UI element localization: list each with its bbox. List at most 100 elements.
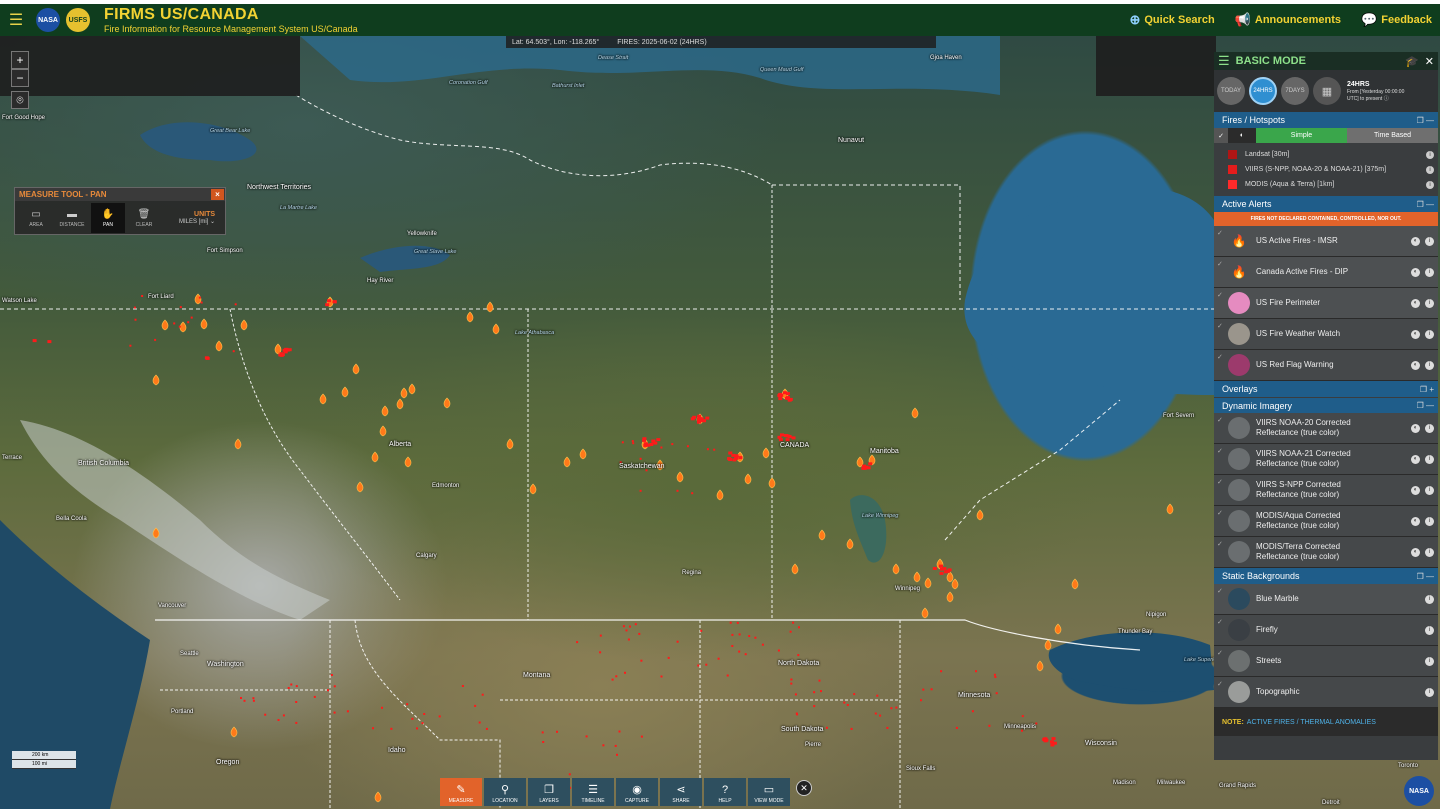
info-icon[interactable]: i bbox=[1425, 267, 1434, 277]
static-layer-row[interactable]: ✓ Topographic i bbox=[1214, 677, 1438, 708]
dynamic-layer-row[interactable]: ✓ VIIRS NOAA-20 Corrected Reflectance (tru… bbox=[1214, 413, 1438, 444]
info-icon[interactable]: i bbox=[1426, 150, 1434, 159]
static-section-header[interactable]: Static Backgrounds ❐ — bbox=[1214, 568, 1438, 584]
fire-marker[interactable] bbox=[379, 425, 387, 437]
fires-section-header[interactable]: Fires / Hotspots ❐ — bbox=[1214, 112, 1438, 128]
check-icon[interactable]: ✓ bbox=[1217, 680, 1223, 688]
fire-marker[interactable] bbox=[486, 301, 494, 313]
units-select[interactable]: UNITS MILES [mi] ⌄ bbox=[179, 203, 215, 233]
info-icon[interactable]: i bbox=[1425, 329, 1434, 339]
fire-marker[interactable] bbox=[215, 340, 223, 352]
check-icon[interactable]: ✓ bbox=[1217, 353, 1223, 361]
feedback-link[interactable]: 💬 Feedback bbox=[1361, 12, 1432, 28]
dynamic-layer-row[interactable]: ✓ MODIS/Terra Corrected Reflectance (true … bbox=[1214, 537, 1438, 568]
info-icon[interactable]: i bbox=[1425, 298, 1434, 308]
info-icon[interactable]: i bbox=[1426, 180, 1434, 189]
fire-marker[interactable] bbox=[762, 447, 770, 459]
fire-marker[interactable] bbox=[818, 529, 826, 541]
fire-marker[interactable] bbox=[976, 509, 984, 521]
check-icon[interactable]: ✓ bbox=[1217, 447, 1223, 455]
info-icon[interactable]: i bbox=[1425, 687, 1434, 697]
opacity-icon[interactable]: ◐ bbox=[1411, 423, 1420, 433]
fire-marker[interactable] bbox=[319, 393, 327, 405]
fires-simple-button[interactable]: Simple bbox=[1256, 128, 1347, 143]
fire-marker[interactable] bbox=[408, 383, 416, 395]
share-toolbar-button[interactable]: ⋖ SHARE bbox=[660, 778, 702, 806]
opacity-icon[interactable]: ◐ bbox=[1411, 236, 1420, 246]
check-icon[interactable]: ✓ bbox=[1217, 587, 1223, 595]
graduation-cap-icon[interactable]: 🎓 bbox=[1405, 55, 1419, 68]
info-icon[interactable]: i bbox=[1425, 516, 1434, 526]
info-icon[interactable]: i bbox=[1425, 485, 1434, 495]
hamburger-menu-icon[interactable]: ☰ bbox=[0, 10, 32, 30]
check-icon[interactable]: ✓ bbox=[1217, 649, 1223, 657]
fires-check-icon[interactable]: ✓ bbox=[1214, 128, 1228, 143]
fire-source-row[interactable]: Landsat [30m] i bbox=[1228, 147, 1434, 162]
alert-layer-row[interactable]: ✓ 🔥 US Active Fires - IMSR ◐ i bbox=[1214, 226, 1438, 257]
info-icon[interactable]: i bbox=[1425, 656, 1434, 666]
dynamic-section-header[interactable]: Dynamic Imagery ❐ — bbox=[1214, 397, 1438, 413]
static-layer-row[interactable]: ✓ Firefly i bbox=[1214, 615, 1438, 646]
info-icon[interactable]: i bbox=[1425, 594, 1434, 604]
measure-pan-button[interactable]: ✋ PAN bbox=[91, 203, 125, 233]
static-layer-row[interactable]: ✓ Blue Marble i bbox=[1214, 584, 1438, 615]
toolbar-close-button[interactable]: ✕ bbox=[796, 780, 812, 796]
fire-marker[interactable] bbox=[911, 407, 919, 419]
fire-marker[interactable] bbox=[341, 386, 349, 398]
fire-marker[interactable] bbox=[492, 323, 500, 335]
dynamic-layer-row[interactable]: ✓ MODIS/Aqua Corrected Reflectance (true c… bbox=[1214, 506, 1438, 537]
dynamic-layer-row[interactable]: ✓ VIIRS S-NPP Corrected Reflectance (true … bbox=[1214, 475, 1438, 506]
capture-toolbar-button[interactable]: ◉ CAPTURE bbox=[616, 778, 658, 806]
fire-marker[interactable] bbox=[1166, 503, 1174, 515]
fire-marker[interactable] bbox=[1036, 660, 1044, 672]
alert-layer-row[interactable]: ✓ US Fire Perimeter ◐ i bbox=[1214, 288, 1438, 319]
check-icon[interactable]: ✓ bbox=[1217, 509, 1223, 517]
opacity-icon[interactable]: ◐ bbox=[1411, 485, 1420, 495]
fire-marker[interactable] bbox=[913, 571, 921, 583]
static-layer-row[interactable]: ✓ Streets i bbox=[1214, 646, 1438, 677]
alert-layer-row[interactable]: ✓ US Fire Weather Watch ◐ i bbox=[1214, 319, 1438, 350]
calendar-button[interactable]: ▦ bbox=[1313, 77, 1341, 105]
announcements-link[interactable]: 📢 Announcements bbox=[1235, 12, 1341, 28]
fire-marker[interactable] bbox=[921, 607, 929, 619]
locate-button[interactable]: ⌾ bbox=[11, 91, 29, 109]
dynamic-layer-row[interactable]: ✓ VIIRS NOAA-21 Corrected Reflectance (tru… bbox=[1214, 444, 1438, 475]
measure-close-button[interactable]: × bbox=[211, 189, 224, 200]
fire-marker[interactable] bbox=[529, 483, 537, 495]
time-24hrs-button[interactable]: 24HRS bbox=[1249, 77, 1277, 105]
side-menu-icon[interactable]: ☰ bbox=[1218, 53, 1230, 69]
fire-marker[interactable] bbox=[371, 451, 379, 463]
fire-marker[interactable] bbox=[1044, 639, 1052, 651]
opacity-icon[interactable]: ◐ bbox=[1411, 360, 1420, 370]
fire-marker[interactable] bbox=[951, 578, 959, 590]
check-icon[interactable]: ✓ bbox=[1217, 540, 1223, 548]
measure-area-button[interactable]: ▭ AREA bbox=[19, 203, 53, 233]
fires-time-based-button[interactable]: Time Based bbox=[1347, 128, 1438, 143]
fire-marker[interactable] bbox=[396, 398, 404, 410]
close-icon[interactable]: ✕ bbox=[1425, 55, 1434, 68]
measure-toolbar-button[interactable]: ✎ MEASURE bbox=[440, 778, 482, 806]
fire-marker[interactable] bbox=[924, 577, 932, 589]
zoom-out-button[interactable]: − bbox=[11, 69, 29, 87]
info-icon[interactable]: i bbox=[1425, 547, 1434, 557]
location-toolbar-button[interactable]: ⚲ LOCATION bbox=[484, 778, 526, 806]
layers-toolbar-button[interactable]: ❐ LAYERS bbox=[528, 778, 570, 806]
check-icon[interactable]: ✓ bbox=[1217, 618, 1223, 626]
check-icon[interactable]: ✓ bbox=[1217, 478, 1223, 486]
fire-marker[interactable] bbox=[946, 571, 954, 583]
check-icon[interactable]: ✓ bbox=[1217, 260, 1223, 268]
measure-clear-button[interactable]: 🗑 CLEAR bbox=[127, 203, 161, 233]
fire-marker[interactable] bbox=[443, 397, 451, 409]
fire-marker[interactable] bbox=[194, 293, 202, 305]
timeline-toolbar-button[interactable]: ☰ TIMELINE bbox=[572, 778, 614, 806]
fire-source-row[interactable]: VIIRS (S-NPP, NOAA-20 & NOAA-21) [375m] i bbox=[1228, 162, 1434, 177]
fire-marker[interactable] bbox=[356, 481, 364, 493]
opacity-icon[interactable]: ◐ bbox=[1228, 128, 1256, 143]
fire-marker[interactable] bbox=[768, 477, 776, 489]
quick-search-link[interactable]: ⊕ Quick Search bbox=[1129, 12, 1214, 28]
time-7days-button[interactable]: 7DAYS bbox=[1281, 77, 1309, 105]
fire-marker[interactable] bbox=[946, 591, 954, 603]
fire-marker[interactable] bbox=[563, 456, 571, 468]
fire-source-row[interactable]: MODIS (Aqua & Terra) [1km] i bbox=[1228, 177, 1434, 192]
fire-marker[interactable] bbox=[179, 321, 187, 333]
